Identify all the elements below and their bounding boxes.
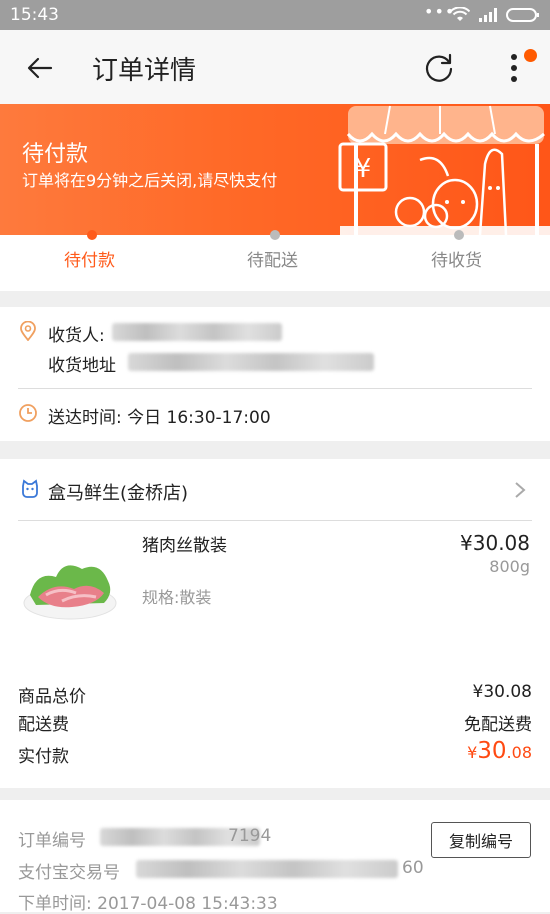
delivery-info-card: 收货人: 收货地址 送达时间: 今日 16:30-17:00 [0, 307, 550, 441]
order-status-message: 订单将在9分钟之后关闭,请尽快支付 [22, 171, 278, 190]
recipient-name-redacted [112, 323, 282, 341]
order-time: 下单时间: 2017-04-08 15:43:33 [18, 894, 278, 914]
delivery-fee-label: 配送费 [18, 715, 69, 735]
goods-total-label: 商品总价 [18, 687, 86, 707]
more-options-button[interactable] [502, 48, 542, 88]
delivery-time: 送达时间: 今日 16:30-17:00 [48, 408, 271, 428]
app-toolbar: 订单详情 [0, 30, 550, 104]
more-dot-icon [511, 54, 517, 60]
alipay-trade-tail: 60 [402, 858, 424, 878]
store-name: 盒马鲜生(金桥店) [48, 483, 189, 504]
alipay-trade-label: 支付宝交易号 [18, 863, 120, 883]
address-redacted [128, 353, 374, 371]
product-spec: 规格:散装 [142, 588, 212, 607]
order-status-banner: 待付款 订单将在9分钟之后关闭,请尽快支付 ¥ [0, 104, 550, 235]
order-status-title: 待付款 [22, 142, 89, 167]
address-label: 收货地址 [48, 356, 116, 376]
signal-icon [479, 8, 497, 22]
wifi-icon [450, 7, 470, 21]
store-logo-icon [22, 479, 38, 498]
more-dot-icon [511, 76, 517, 82]
alipay-trade-redacted [136, 860, 398, 878]
paid-decimal: .08 [506, 743, 532, 762]
delivery-fee-value: 免配送费 [464, 715, 532, 735]
step-pending-receipt: 待收货 [431, 251, 482, 271]
step-marker-active [87, 230, 97, 240]
product-name: 猪肉丝散装 [142, 536, 227, 556]
divider [18, 388, 532, 389]
price-summary: 商品总价 ¥30.08 配送费 免配送费 实付款 ¥30.08 [0, 662, 550, 788]
step-marker [270, 230, 280, 240]
step-marker [454, 230, 464, 240]
copy-order-number-button[interactable]: 复制编号 [431, 822, 531, 858]
battery-icon [506, 8, 539, 22]
status-time: 15:43 [10, 5, 59, 25]
order-meta: 订单编号 7194 复制编号 支付宝交易号 60 下单时间: 2017-04-0… [0, 800, 550, 914]
pork-product-illustration [23, 565, 117, 620]
product-price: ¥30.08 [460, 531, 530, 555]
order-number-label: 订单编号 [18, 831, 86, 851]
page-title: 订单详情 [92, 56, 197, 86]
product-weight: 800g [489, 557, 530, 576]
notification-badge [524, 49, 537, 62]
paid-currency: ¥ [467, 743, 478, 762]
order-number-tail: 7194 [228, 826, 272, 846]
step-pending-payment: 待付款 [64, 251, 115, 271]
clock-icon [19, 404, 37, 422]
order-progress-steps: 待付款 待配送 待收货 [0, 230, 550, 291]
market-stall-illustration: ¥ [338, 105, 550, 235]
more-dot-icon [511, 65, 517, 71]
status-bar: 15:43 ••• [0, 0, 550, 30]
step-pending-delivery: 待配送 [247, 251, 298, 271]
paid-integer: 30 [477, 738, 507, 764]
product-image [16, 531, 124, 635]
price-sign-glyph: ¥ [355, 154, 372, 184]
paid-amount-value: ¥30.08 [467, 738, 532, 764]
refresh-icon[interactable] [422, 50, 456, 84]
chevron-right-icon [515, 482, 526, 498]
recipient-label: 收货人: [48, 326, 105, 346]
store-row[interactable]: 盒马鲜生(金桥店) [0, 459, 550, 521]
location-pin-icon [20, 321, 36, 341]
product-item[interactable]: 猪肉丝散装 规格:散装 ¥30.08 800g [0, 521, 550, 662]
paid-amount-label: 实付款 [18, 747, 69, 767]
goods-total-value: ¥30.08 [472, 682, 532, 702]
back-arrow-icon[interactable] [24, 52, 56, 84]
